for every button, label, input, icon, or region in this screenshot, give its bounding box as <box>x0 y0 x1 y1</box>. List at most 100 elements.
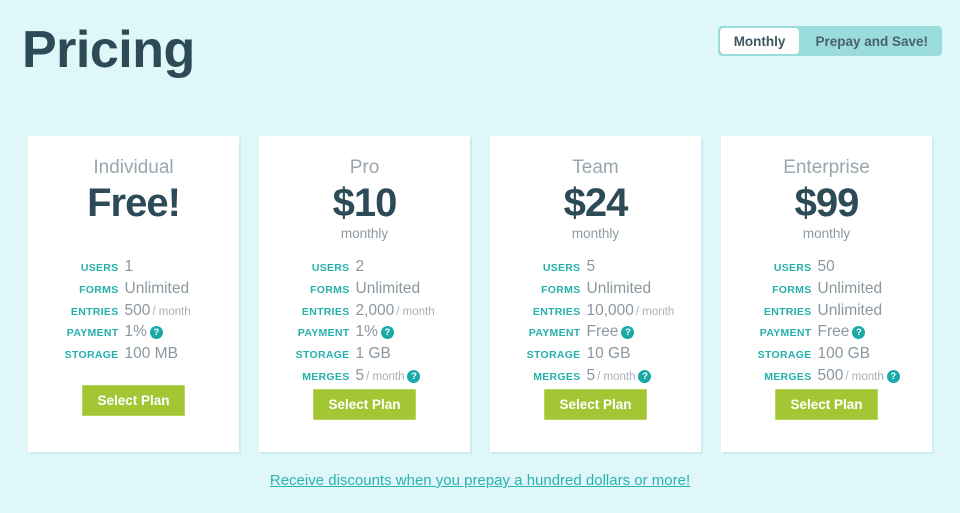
feature-value: 5/ month? <box>587 367 679 385</box>
feature-value: 100 MB <box>125 345 217 363</box>
feature-value-text: 10 GB <box>586 345 631 363</box>
feature-label: MERGES <box>302 370 350 383</box>
feature-row: ENTRIES 2,000/ month <box>271 302 458 320</box>
feature-value: 1%? <box>356 323 448 341</box>
feature-value-text: 2,000 <box>355 301 395 319</box>
feature-row: ENTRIES 10,000/ month <box>502 302 689 320</box>
feature-label: STORAGE <box>295 349 350 362</box>
help-icon[interactable]: ? <box>852 326 866 340</box>
select-plan-button[interactable]: Select Plan <box>82 384 185 416</box>
feature-value-text: 5 <box>586 366 596 384</box>
feature-label: ENTRIES <box>301 305 350 318</box>
billing-toggle-option-1[interactable]: Prepay and Save! <box>801 26 942 56</box>
plan-card: Team $24 monthly USERS 5 FORMS Unlimited ENTRIE… <box>490 136 701 452</box>
billing-toggle-option-0[interactable]: Monthly <box>719 28 800 54</box>
feature-row: USERS 50 <box>733 258 920 276</box>
plan-card: Enterprise $99 monthly USERS 50 FORMS Unlimite… <box>721 136 932 452</box>
feature-value: 5/ month? <box>356 367 448 385</box>
feature-label: MERGES <box>533 370 581 383</box>
feature-label: PAYMENT <box>297 327 350 340</box>
feature-label: PAYMENT <box>528 327 581 340</box>
feature-value-text: 10,000 <box>586 301 634 319</box>
feature-row: PAYMENT Free? <box>733 323 920 341</box>
prepay-discount-link[interactable]: Receive discounts when you prepay a hund… <box>270 472 690 489</box>
feature-row: STORAGE 100 MB <box>40 345 227 363</box>
feature-row: FORMS Unlimited <box>40 280 227 298</box>
plan-feature-list: USERS 1 FORMS Unlimited ENTRIES 500/ month PAY… <box>40 258 227 367</box>
help-icon[interactable]: ? <box>638 369 652 383</box>
select-plan-button[interactable]: Select Plan <box>544 388 647 421</box>
feature-value-text: Free <box>817 323 850 341</box>
feature-value: Unlimited <box>356 280 448 298</box>
feature-value: Unlimited <box>125 280 217 298</box>
help-icon[interactable]: ? <box>380 326 394 340</box>
feature-value-suffix: / month <box>152 305 191 318</box>
plan-name: Team <box>572 157 619 178</box>
plan-billing-period: monthly <box>340 225 389 241</box>
feature-value-text: 50 <box>817 257 835 275</box>
feature-value-text: 5 <box>355 366 365 384</box>
plan-price: Free! <box>87 180 181 225</box>
feature-label: STORAGE <box>526 349 581 362</box>
feature-label: PAYMENT <box>66 327 119 340</box>
help-icon[interactable]: ? <box>621 326 635 340</box>
feature-value-text: Unlimited <box>124 279 190 297</box>
feature-value-suffix: / month <box>635 305 675 318</box>
plan-card: Pro $10 monthly USERS 2 FORMS Unlimited ENTRIES… <box>259 136 470 452</box>
feature-row: MERGES 500/ month? <box>733 367 920 385</box>
feature-value: 500/ month <box>125 302 217 320</box>
feature-row: PAYMENT 1%? <box>271 323 458 341</box>
feature-value-text: 1% <box>355 323 378 341</box>
feature-row: ENTRIES 500/ month <box>40 302 227 320</box>
feature-value-text: 100 GB <box>817 345 871 363</box>
help-icon[interactable]: ? <box>149 326 163 340</box>
feature-row: USERS 2 <box>271 258 458 276</box>
feature-value-suffix: / month <box>845 370 884 383</box>
feature-value-text: 2 <box>355 257 365 275</box>
plan-name: Enterprise <box>783 157 870 178</box>
feature-value-suffix: / month <box>396 305 435 318</box>
feature-value: 2 <box>356 258 448 276</box>
feature-value-text: 1 <box>124 257 134 275</box>
feature-value: Unlimited <box>587 280 679 298</box>
feature-value: Unlimited <box>818 302 910 320</box>
feature-value: 1 GB <box>356 345 448 363</box>
feature-label: FORMS <box>310 283 350 296</box>
select-plan-button[interactable]: Select Plan <box>775 388 878 421</box>
plan-feature-list: USERS 2 FORMS Unlimited ENTRIES 2,000/ month P… <box>271 258 458 389</box>
feature-label: ENTRIES <box>763 305 812 318</box>
feature-value-text: 5 <box>586 257 596 275</box>
page-header: Pricing Monthly Prepay and Save! <box>0 0 960 120</box>
feature-row: STORAGE 100 GB <box>733 345 920 363</box>
feature-label: USERS <box>311 261 350 274</box>
feature-row: STORAGE 10 GB <box>502 345 689 363</box>
feature-row: USERS 1 <box>40 258 227 276</box>
plan-card: Individual Free! USERS 1 FORMS Unlimited ENTRI… <box>28 136 239 452</box>
feature-row: PAYMENT Free? <box>502 323 689 341</box>
help-icon[interactable]: ? <box>407 369 421 383</box>
feature-value-text: Unlimited <box>817 301 883 319</box>
feature-value-text: Unlimited <box>586 279 652 297</box>
plan-name: Pro <box>349 157 380 178</box>
feature-row: STORAGE 1 GB <box>271 345 458 363</box>
feature-row: PAYMENT 1%? <box>40 323 227 341</box>
feature-row: USERS 5 <box>502 258 689 276</box>
feature-value: 10,000/ month <box>587 302 679 320</box>
feature-value-text: 500 <box>124 301 151 319</box>
feature-value-text: Free <box>586 323 619 341</box>
feature-label: ENTRIES <box>70 305 119 318</box>
feature-row: ENTRIES Unlimited <box>733 302 920 320</box>
select-plan-button-wrapper: Select Plan <box>544 388 647 421</box>
select-plan-button-wrapper: Select Plan <box>82 384 185 416</box>
feature-value: 1%? <box>125 323 217 341</box>
select-plan-button[interactable]: Select Plan <box>313 388 416 421</box>
plan-price: $10 <box>332 180 398 225</box>
feature-label: PAYMENT <box>759 327 812 340</box>
feature-row: MERGES 5/ month? <box>502 367 689 385</box>
help-icon[interactable]: ? <box>886 369 900 383</box>
feature-value: Free? <box>818 323 910 341</box>
feature-value-text: Unlimited <box>355 279 421 297</box>
feature-label: USERS <box>542 261 581 274</box>
feature-value: 5 <box>587 258 679 276</box>
billing-period-toggle[interactable]: Monthly Prepay and Save! <box>717 26 942 56</box>
